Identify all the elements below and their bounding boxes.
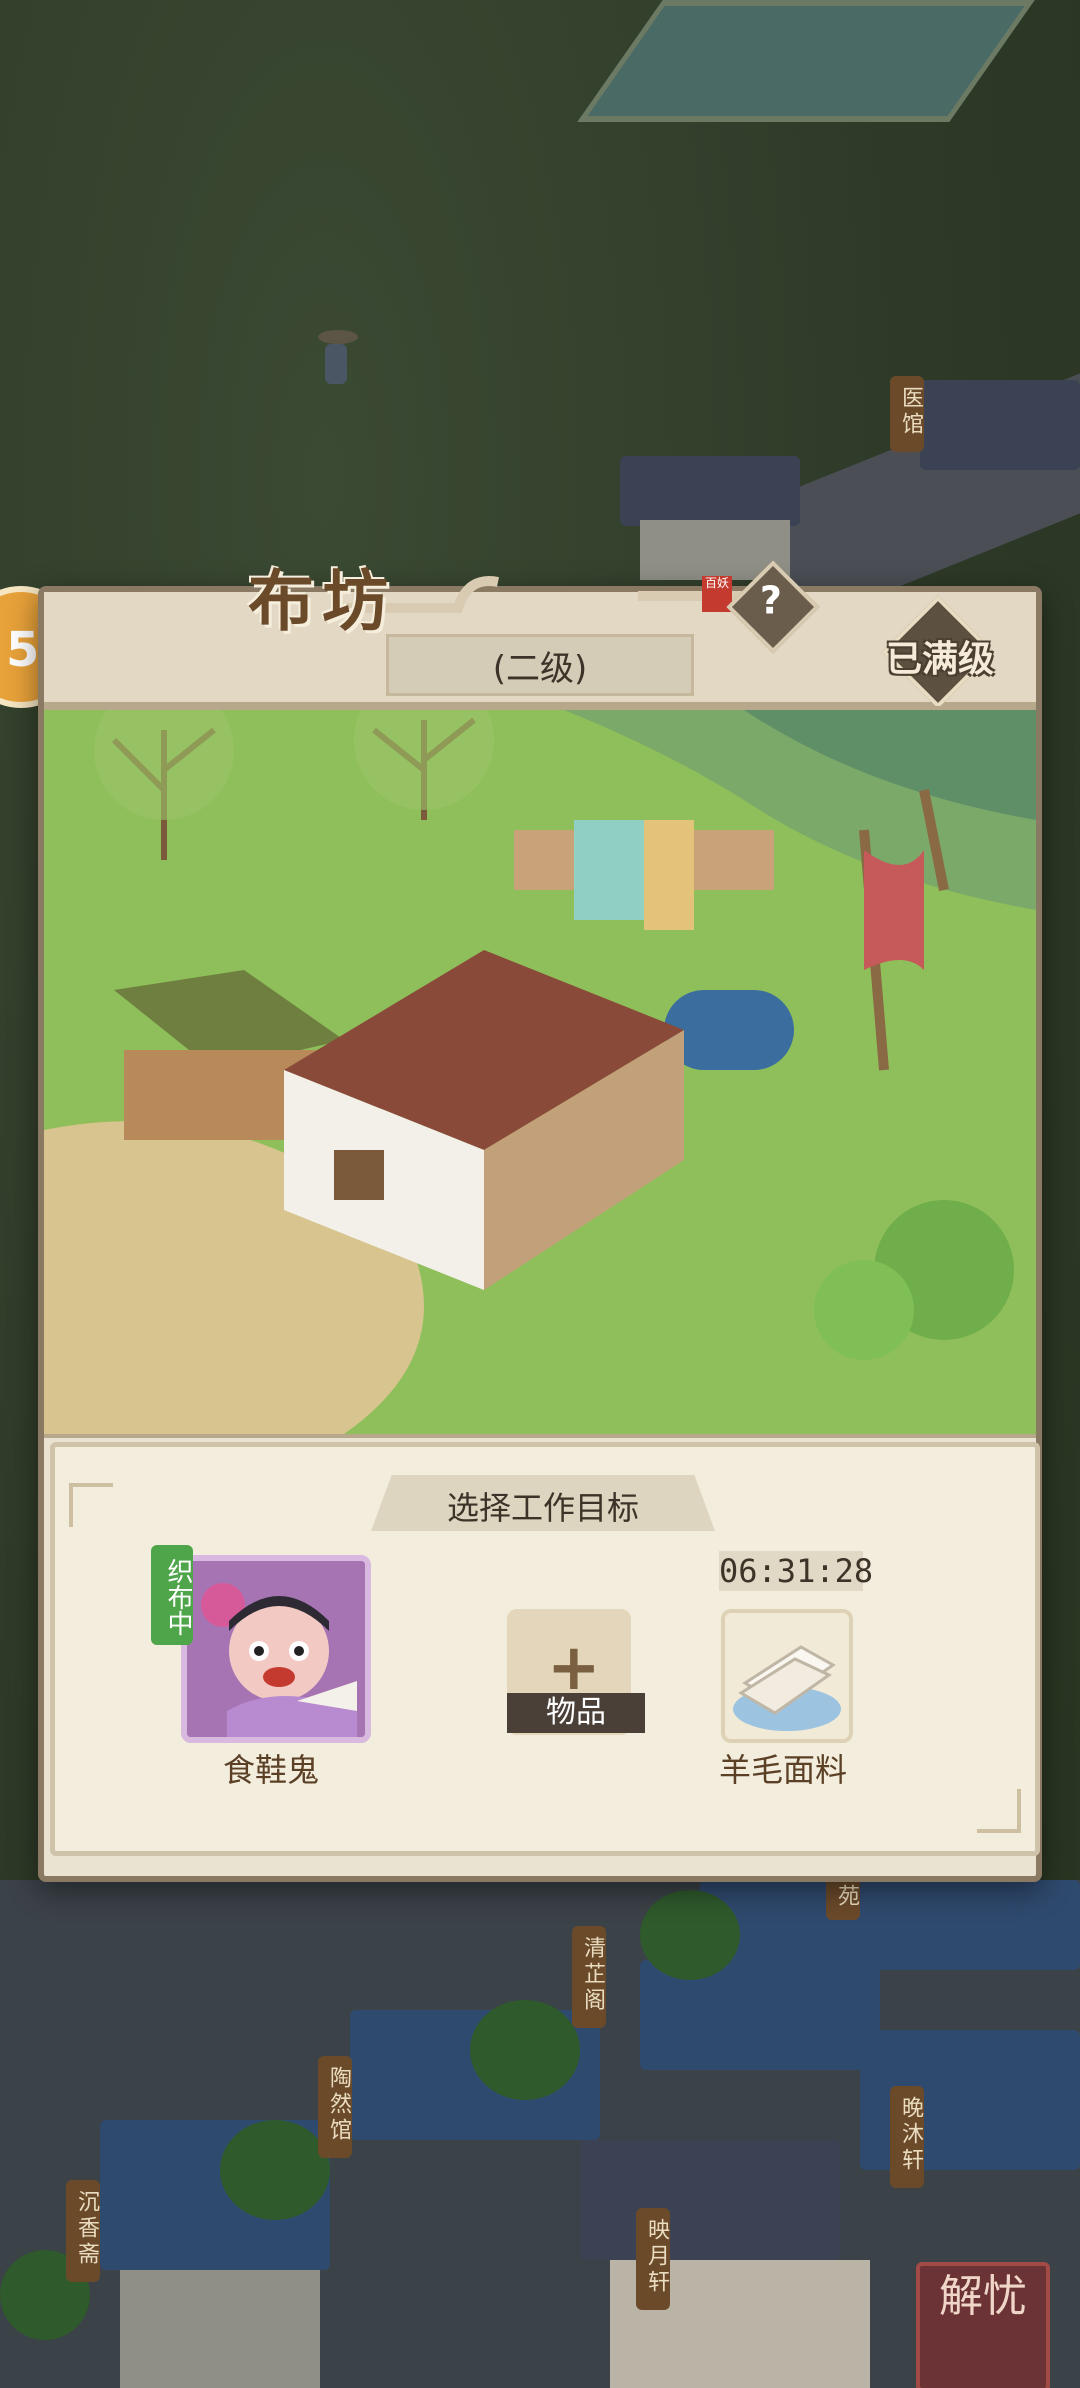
level-plate: (二级) — [386, 634, 694, 696]
item-slot-label: 物品 — [507, 1693, 645, 1733]
tree — [640, 1890, 740, 1980]
wool-fabric-icon — [733, 1645, 841, 1731]
map-label-yingyue-pavilion[interactable]: 映月轩 — [636, 2208, 670, 2310]
question-icon: ? — [759, 578, 782, 623]
corner-ornament — [69, 1483, 113, 1527]
building-roof[interactable] — [920, 380, 1080, 470]
work-section-title: 选择工作目标 — [446, 1489, 639, 1527]
ghost-portrait — [187, 1561, 365, 1737]
status-badge: 织布中 — [151, 1545, 193, 1645]
side-event-glyph: 5 — [6, 622, 40, 678]
building-roof[interactable] — [580, 2140, 840, 2260]
map-label-clinic[interactable]: 医馆 — [890, 376, 924, 452]
map-label-chenxiang-studio[interactable]: 沉香斋 — [66, 2180, 100, 2282]
map-label-wanmu-pavilion[interactable]: 晚沐轩 — [890, 2086, 924, 2188]
building-roof[interactable] — [700, 1880, 1080, 1970]
building-level: (二级) — [492, 649, 588, 689]
worker-portrait-button[interactable] — [181, 1555, 371, 1743]
max-level-label: 已满级 — [885, 639, 994, 680]
work-target-panel: 选择工作目标 织布中 食鞋鬼 + 物品 06:31:28 羊毛面料 — [50, 1442, 1040, 1856]
building-title: 布坊 — [248, 562, 396, 640]
building-roof[interactable] — [620, 456, 800, 526]
building-dialog: 布坊 百妖 ? (二级) 已满级 选择工作目标 织布中 食鞋鬼 + 物品 06:… — [38, 560, 1042, 1882]
product-slot-button[interactable] — [721, 1609, 853, 1743]
corner-ornament — [977, 1789, 1021, 1833]
building-wall — [120, 2270, 320, 2388]
tree — [470, 2000, 580, 2100]
work-title-tab: 选择工作目标 — [371, 1475, 715, 1531]
map-label-taoran-hall[interactable]: 陶然馆 — [318, 2056, 352, 2158]
tree — [220, 2120, 330, 2220]
max-level-badge: 已满级 — [878, 595, 995, 709]
worker-name: 食鞋鬼 — [222, 1751, 319, 1789]
villager[interactable] — [318, 330, 358, 390]
workshop-illustration — [44, 706, 1036, 1438]
jieyou-seal-button[interactable]: 解忧 — [916, 2262, 1050, 2388]
workshop-scene-art — [44, 710, 1036, 1434]
production-timer: 06:31:28 — [719, 1551, 874, 1591]
map-label-qingzhi-pavilion[interactable]: 清芷阁 — [572, 1926, 606, 2028]
product-name: 羊毛面料 — [718, 1751, 847, 1789]
map-label-garden[interactable]: 苑 — [826, 1876, 860, 1920]
